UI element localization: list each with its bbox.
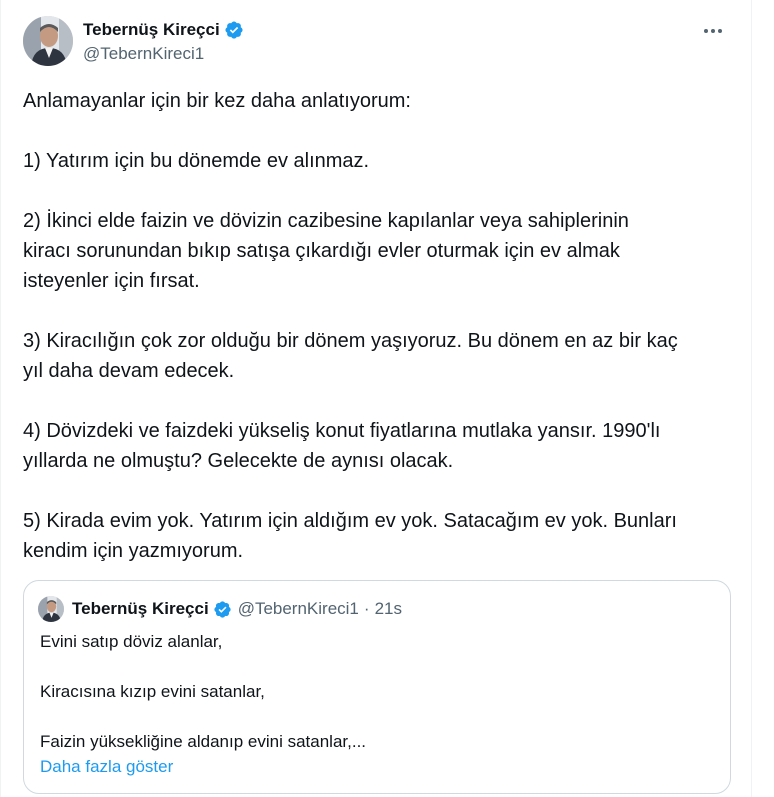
quoted-author-handle: @TebernKireci1 xyxy=(237,599,359,618)
tweet-card: Tebernüş Kireçci @TebernKireci1 Anlamaya… xyxy=(0,0,752,797)
quoted-tweet-time[interactable]: 21s xyxy=(375,599,402,619)
author-handle[interactable]: @TebernKireci1 xyxy=(83,44,204,64)
quoted-author-avatar xyxy=(38,596,64,622)
tweet-header: Tebernüş Kireçci @TebernKireci1 xyxy=(23,16,735,68)
quoted-tweet[interactable]: Tebernüş Kireçci @TebernKireci1 · 21s Ev… xyxy=(23,580,731,794)
show-more-link[interactable]: Daha fazla göster xyxy=(40,757,173,777)
quoted-author-name: Tebernüş Kireçci xyxy=(72,599,209,618)
separator-dot: · xyxy=(363,599,370,618)
more-horizontal-icon[interactable] xyxy=(699,20,727,42)
verified-badge-icon xyxy=(224,20,244,40)
quoted-tweet-text: Evini satıp döviz alanlar, Kiracısına kı… xyxy=(40,632,367,751)
quoted-tweet-header: Tebernüş Kireçci @TebernKireci1 · 21s xyxy=(38,596,402,622)
author-avatar[interactable] xyxy=(23,16,73,66)
author-name-row: Tebernüş Kireçci xyxy=(83,20,244,40)
tweet-text: Anlamayanlar için bir kez daha anlatıyor… xyxy=(23,90,678,562)
verified-badge-icon xyxy=(213,600,232,619)
author-name[interactable]: Tebernüş Kireçci xyxy=(83,20,220,40)
